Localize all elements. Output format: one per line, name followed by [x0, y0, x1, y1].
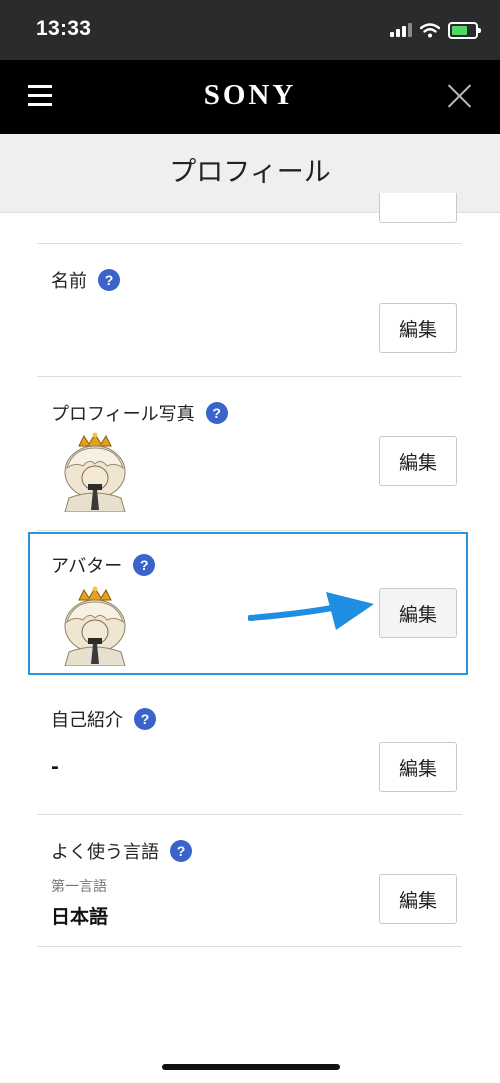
help-icon[interactable]: ?: [170, 840, 192, 862]
edit-name-button[interactable]: 編集: [379, 303, 457, 353]
help-icon[interactable]: ?: [205, 402, 228, 424]
signal-icon: [390, 23, 412, 37]
profile-photo-image: [55, 432, 135, 512]
section-profile-photo: プロフィール写真 ? 編集: [37, 376, 462, 531]
avatar-image: [55, 586, 135, 666]
edit-language-button[interactable]: 編集: [379, 874, 457, 924]
name-label-row: 名前 ?: [51, 267, 120, 293]
help-icon[interactable]: ?: [133, 554, 156, 576]
status-bar: 13:33: [0, 0, 500, 60]
section-language: よく使う言語 ? 第一言語 日本語 編集: [37, 814, 462, 947]
language-label: よく使う言語: [51, 842, 159, 863]
help-icon[interactable]: ?: [134, 708, 156, 730]
battery-icon: [448, 21, 481, 39]
bio-label: 自己紹介: [51, 710, 123, 731]
language-value: 日本語: [51, 906, 109, 928]
wifi-icon: [420, 22, 440, 37]
status-icons: [390, 20, 481, 40]
edit-bio-button[interactable]: 編集: [379, 742, 457, 792]
arrow-icon: [248, 592, 374, 630]
profile-photo-label-row: プロフィール写真 ?: [51, 400, 228, 426]
avatar-label-row: アバター ?: [51, 552, 156, 578]
help-icon[interactable]: ?: [98, 269, 120, 291]
close-icon[interactable]: [447, 84, 472, 109]
language-sub-label: 第一言語: [51, 879, 107, 895]
section-name: 名前 ? 編集: [37, 243, 462, 377]
section-bio: 自己紹介 ? - 編集: [37, 684, 462, 815]
status-time: 13:33: [36, 17, 92, 40]
name-label: 名前: [51, 271, 87, 292]
avatar-label: アバター: [51, 556, 123, 577]
nav-bar: SONY: [0, 60, 500, 134]
edit-avatar-button[interactable]: 編集: [379, 588, 457, 638]
brand-logo: SONY: [203, 79, 297, 111]
bio-value: -: [51, 756, 59, 778]
section-previous: [37, 193, 462, 244]
edit-button-previous[interactable]: [379, 193, 457, 223]
language-label-row: よく使う言語 ?: [51, 838, 192, 864]
profile-photo-label: プロフィール写真: [51, 404, 195, 425]
edit-profile-photo-button[interactable]: 編集: [379, 436, 457, 486]
home-indicator[interactable]: [162, 1064, 340, 1070]
bio-label-row: 自己紹介 ?: [51, 706, 156, 732]
